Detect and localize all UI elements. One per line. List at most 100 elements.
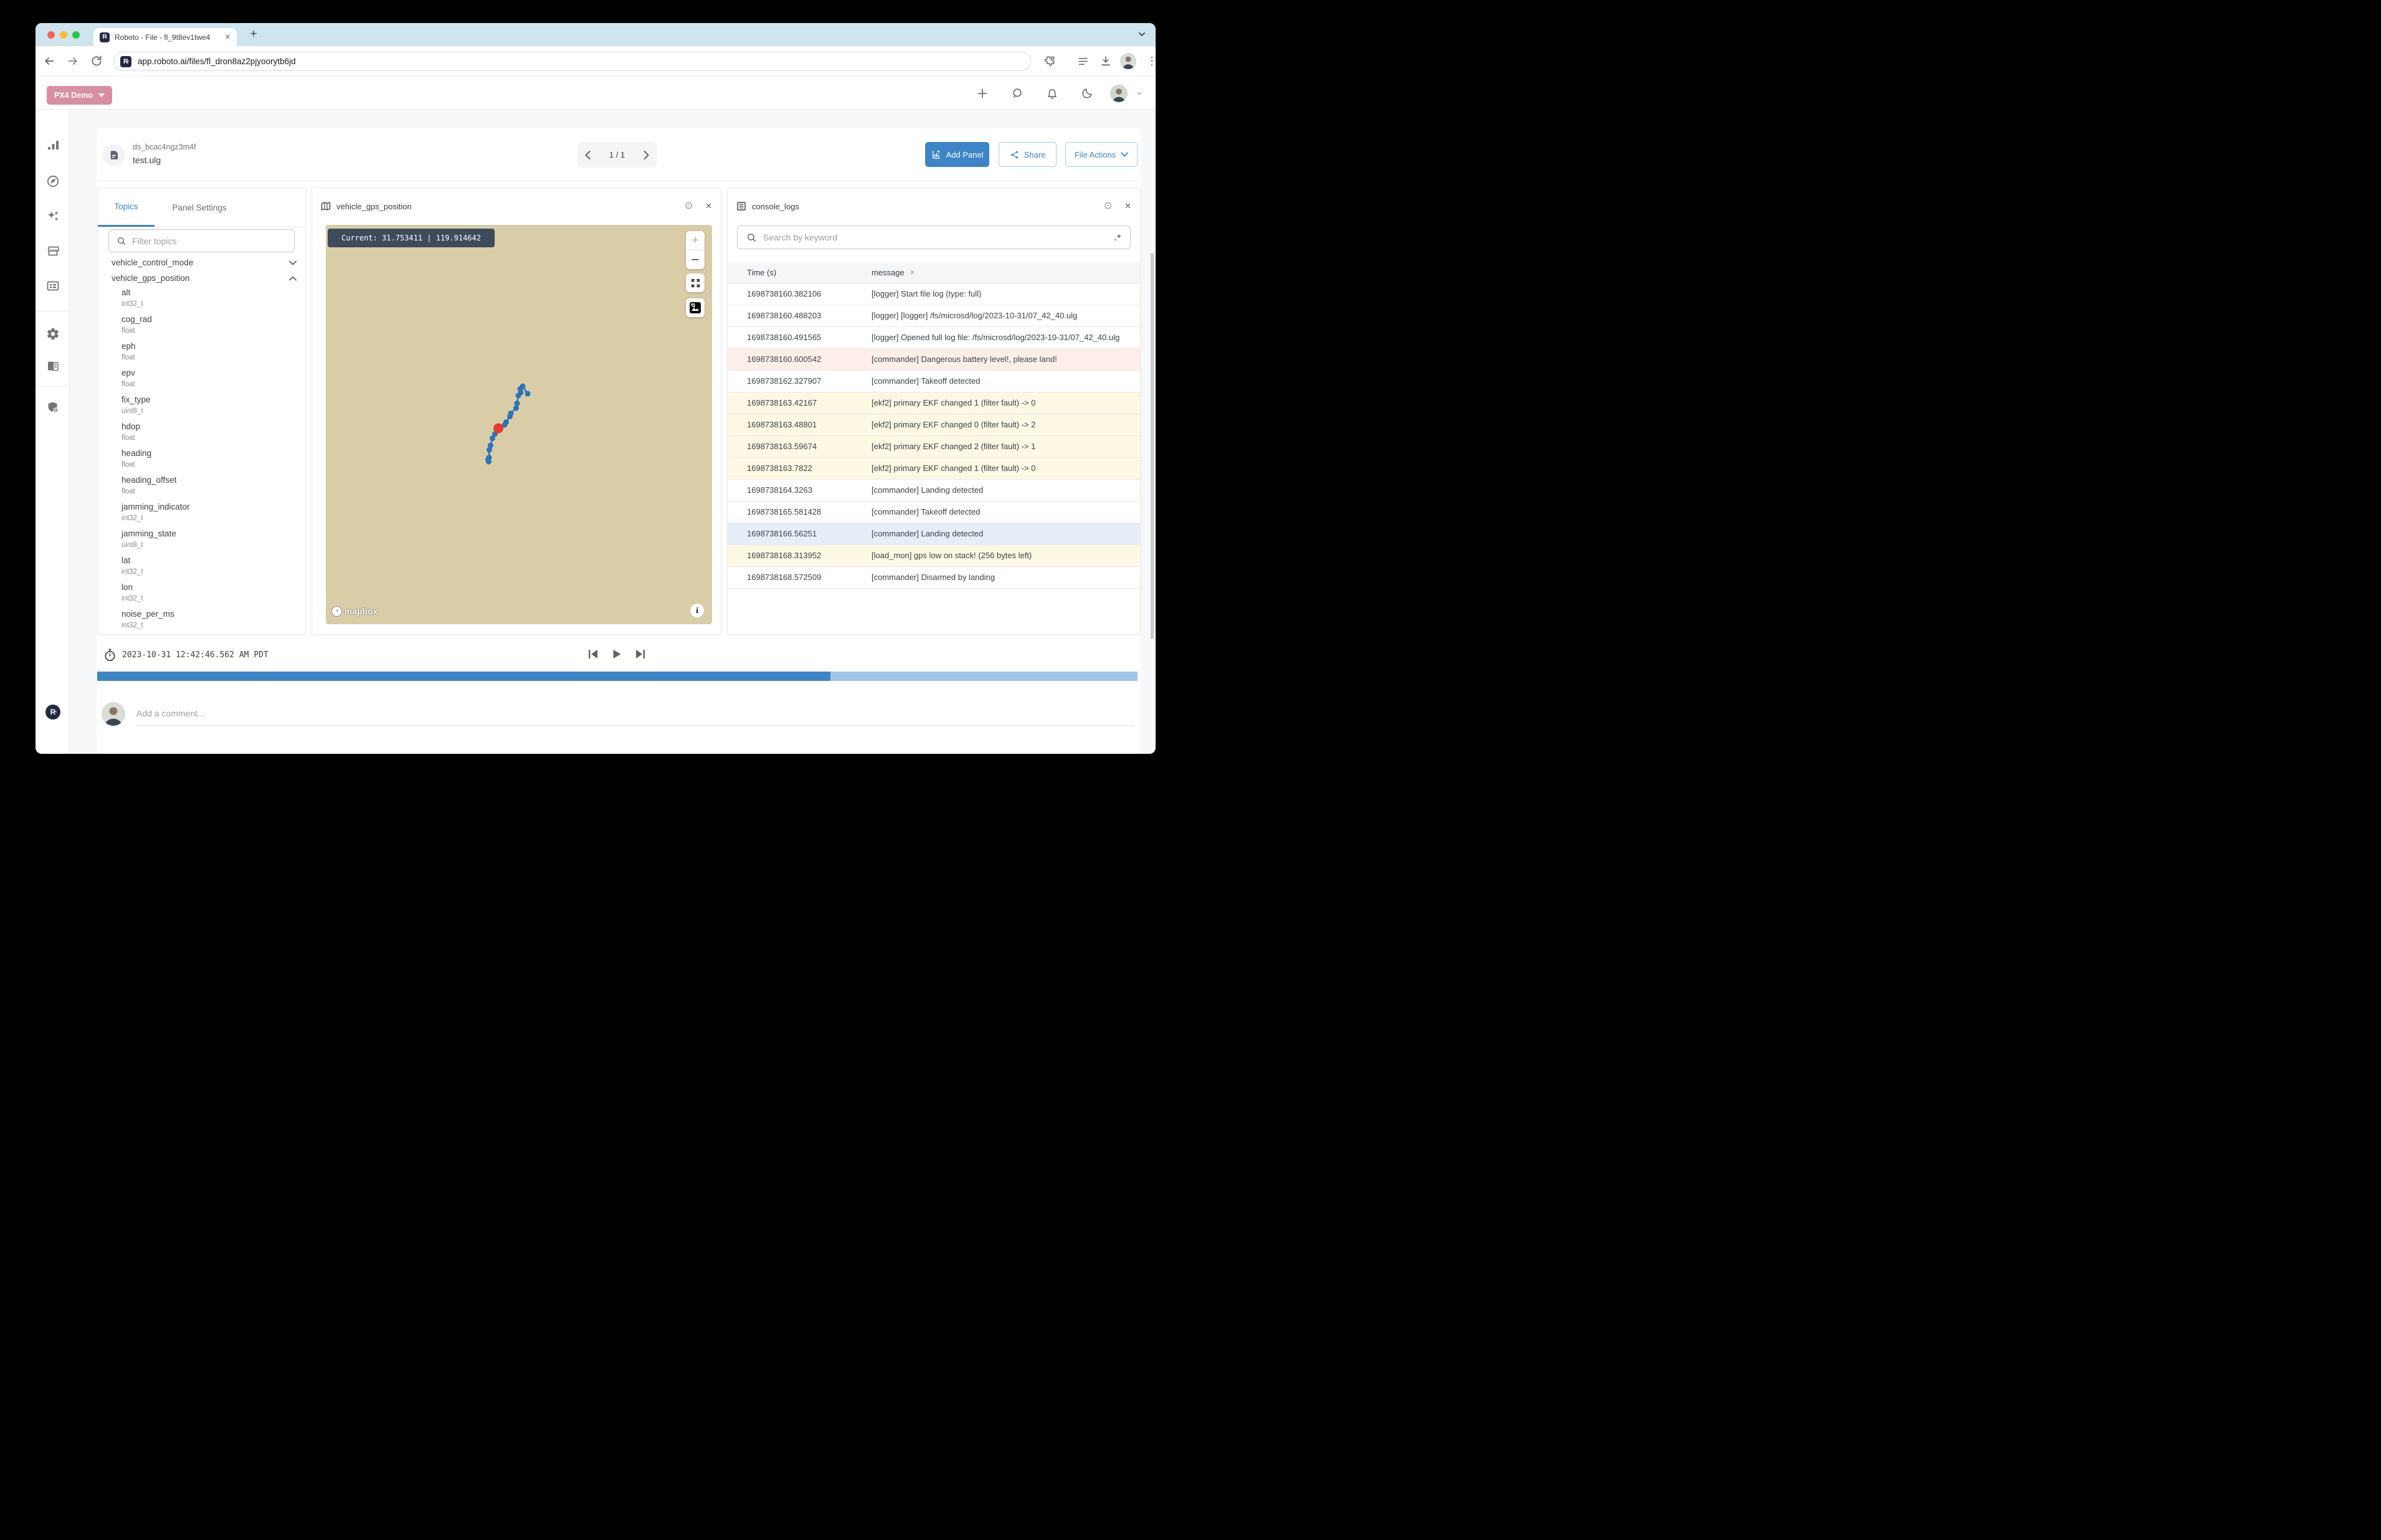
log-time: 1698738163.59674 bbox=[747, 441, 872, 452]
sparkles-icon[interactable] bbox=[45, 209, 60, 224]
column-time[interactable]: Time (s) bbox=[747, 268, 872, 277]
add-panel-button[interactable]: Add Panel bbox=[925, 142, 989, 167]
tab-panel-settings[interactable]: Panel Settings bbox=[162, 188, 237, 227]
filter-topics-input[interactable]: Filter topics bbox=[108, 229, 295, 252]
window-close-button[interactable] bbox=[47, 31, 55, 39]
topic-field[interactable]: fix_typeuint8_t bbox=[98, 393, 305, 416]
notifications-bell-icon[interactable] bbox=[1043, 85, 1061, 102]
account-chevron-down-icon[interactable] bbox=[1131, 85, 1148, 102]
topic-field[interactable]: hdopfloat bbox=[98, 420, 305, 443]
log-row[interactable]: 1698738160.600542[commander] Dangerous b… bbox=[728, 349, 1140, 371]
topic-field[interactable]: headingfloat bbox=[98, 447, 305, 470]
plus-icon[interactable] bbox=[974, 85, 991, 102]
tab-close-icon[interactable]: ✕ bbox=[225, 33, 230, 41]
map-canvas[interactable]: Current: 31.753411 | 119.914642 + − ◔ ma… bbox=[326, 225, 712, 624]
documentation-book-icon[interactable] bbox=[45, 359, 60, 374]
map-info-button[interactable]: i bbox=[690, 604, 704, 617]
topics-panel: Topics Panel Settings Filter topics vehi… bbox=[97, 188, 306, 635]
log-row[interactable]: 1698738168.313952[load_mon] gps low on s… bbox=[728, 545, 1140, 567]
log-row[interactable]: 1698738165.581428[commander] Takeoff det… bbox=[728, 501, 1140, 523]
org-switcher-button[interactable]: PX4 Demo bbox=[47, 86, 112, 105]
map-fullscreen-button[interactable] bbox=[686, 273, 705, 292]
page-scrollbar[interactable] bbox=[1151, 253, 1154, 639]
play-button[interactable] bbox=[610, 647, 624, 661]
extensions-puzzle-icon[interactable] bbox=[1042, 54, 1057, 69]
log-row[interactable]: 1698738164.3263[commander] Landing detec… bbox=[728, 480, 1140, 501]
roboto-logo[interactable]: R bbox=[45, 705, 60, 720]
topic-row[interactable]: vehicle_gps_position bbox=[98, 270, 305, 286]
toolbar-list-icon[interactable] bbox=[1075, 54, 1090, 69]
topic-field[interactable]: latint32_t bbox=[98, 554, 305, 577]
forward-icon[interactable] bbox=[65, 54, 80, 69]
reload-icon[interactable] bbox=[89, 54, 104, 69]
topic-field[interactable]: cog_radfloat bbox=[98, 313, 305, 336]
log-row[interactable]: 1698738163.59674[ekf2] primary EKF chang… bbox=[728, 436, 1140, 458]
browser-tab-strip: R Roboto - File - fl_9t8ev1twe4 ✕ + bbox=[36, 23, 1156, 46]
map-zoom-out-button[interactable]: − bbox=[686, 250, 705, 269]
search-icon[interactable] bbox=[1009, 85, 1026, 102]
chevron-up-icon[interactable] bbox=[289, 276, 297, 281]
log-row[interactable]: 1698738160.488203[logger] [logger] /fs/m… bbox=[728, 305, 1140, 327]
storefront-icon[interactable] bbox=[45, 244, 60, 259]
skip-to-end-button[interactable] bbox=[634, 647, 647, 661]
log-row[interactable]: 1698738163.7822[ekf2] primary EKF change… bbox=[728, 458, 1140, 480]
card-grid-icon[interactable] bbox=[45, 278, 60, 293]
prev-page-icon[interactable] bbox=[585, 151, 591, 159]
log-row[interactable]: 1698738163.48801[ekf2] primary EKF chang… bbox=[728, 414, 1140, 436]
download-icon[interactable] bbox=[1098, 54, 1113, 69]
log-row[interactable]: 1698738162.327907[commander] Takeoff det… bbox=[728, 371, 1140, 392]
commenter-avatar bbox=[102, 702, 125, 726]
settings-gear-icon[interactable] bbox=[45, 326, 60, 341]
log-search-input[interactable]: Search by keyword .* bbox=[737, 226, 1131, 249]
address-bar[interactable]: R app.roboto.ai/files/fl_dron8az2pjyoory… bbox=[113, 52, 1031, 71]
log-row[interactable]: 1698738163.42167[ekf2] primary EKF chang… bbox=[728, 392, 1140, 414]
remove-column-icon[interactable]: ✕ bbox=[910, 269, 915, 277]
topic-field[interactable]: jamming_stateuint8_t bbox=[98, 527, 305, 550]
window-zoom-button[interactable] bbox=[72, 31, 80, 39]
console-list-icon bbox=[736, 201, 746, 211]
panel-settings-gear-icon[interactable]: ⚙ bbox=[1103, 200, 1113, 212]
log-row[interactable]: 1698738160.491565[logger] Opened full lo… bbox=[728, 327, 1140, 349]
topic-field[interactable]: lonint32_t bbox=[98, 581, 305, 604]
share-button[interactable]: Share bbox=[999, 142, 1057, 167]
comment-input[interactable]: Add a comment... bbox=[136, 701, 1134, 726]
topic-field[interactable]: ephfloat bbox=[98, 340, 305, 363]
next-page-icon[interactable] bbox=[644, 151, 649, 159]
log-time: 1698738160.491565 bbox=[747, 332, 872, 343]
file-actions-button[interactable]: File Actions bbox=[1065, 142, 1138, 167]
timeline-scrubber[interactable] bbox=[97, 672, 1138, 681]
map-satellite-toggle-button[interactable] bbox=[686, 298, 705, 317]
log-row[interactable]: 1698738166.56251[commander] Landing dete… bbox=[728, 523, 1140, 545]
browser-tab[interactable]: R Roboto - File - fl_9t8ev1twe4 ✕ bbox=[93, 28, 237, 46]
user-avatar[interactable] bbox=[1110, 85, 1128, 102]
new-tab-button[interactable]: + bbox=[245, 26, 262, 42]
log-row[interactable]: 1698738168.572509[commander] Disarmed by… bbox=[728, 567, 1140, 589]
topic-field[interactable]: heading_offsetfloat bbox=[98, 473, 305, 497]
column-message[interactable]: message✕ bbox=[872, 268, 1125, 277]
activity-bars-icon[interactable] bbox=[45, 138, 60, 153]
skip-to-start-button[interactable] bbox=[586, 647, 600, 661]
panel-settings-gear-icon[interactable]: ⚙ bbox=[684, 200, 693, 212]
compass-icon[interactable] bbox=[45, 174, 60, 189]
tab-search-chevron-icon[interactable] bbox=[1136, 28, 1148, 40]
admin-shield-icon[interactable] bbox=[45, 400, 60, 415]
window-minimize-button[interactable] bbox=[60, 31, 67, 39]
field-name: heading_offset bbox=[121, 473, 305, 487]
topic-row[interactable]: vehicle_control_mode bbox=[98, 255, 305, 270]
mapbox-attribution[interactable]: ◔ mapbox bbox=[331, 606, 378, 617]
topic-field[interactable]: noise_per_msint32_t bbox=[98, 607, 305, 630]
dark-mode-moon-icon[interactable] bbox=[1078, 85, 1096, 102]
panel-close-icon[interactable]: ✕ bbox=[705, 201, 712, 211]
topic-field[interactable]: jamming_indicatorint32_t bbox=[98, 500, 305, 523]
map-zoom-in-button[interactable]: + bbox=[686, 231, 705, 250]
panel-close-icon[interactable]: ✕ bbox=[1124, 201, 1131, 211]
regex-toggle-icon[interactable]: .* bbox=[1114, 232, 1121, 242]
browser-profile-avatar[interactable] bbox=[1121, 54, 1136, 69]
browser-menu-kebab-icon[interactable]: ⋮ bbox=[1144, 54, 1156, 69]
back-icon[interactable] bbox=[42, 54, 57, 69]
topic-field[interactable]: epvfloat bbox=[98, 366, 305, 389]
tab-topics[interactable]: Topics bbox=[98, 188, 154, 227]
chevron-down-icon[interactable] bbox=[289, 260, 297, 265]
log-row[interactable]: 1698738160.382106[logger] Start file log… bbox=[728, 283, 1140, 305]
topic-field[interactable]: altint32_t bbox=[98, 286, 305, 309]
